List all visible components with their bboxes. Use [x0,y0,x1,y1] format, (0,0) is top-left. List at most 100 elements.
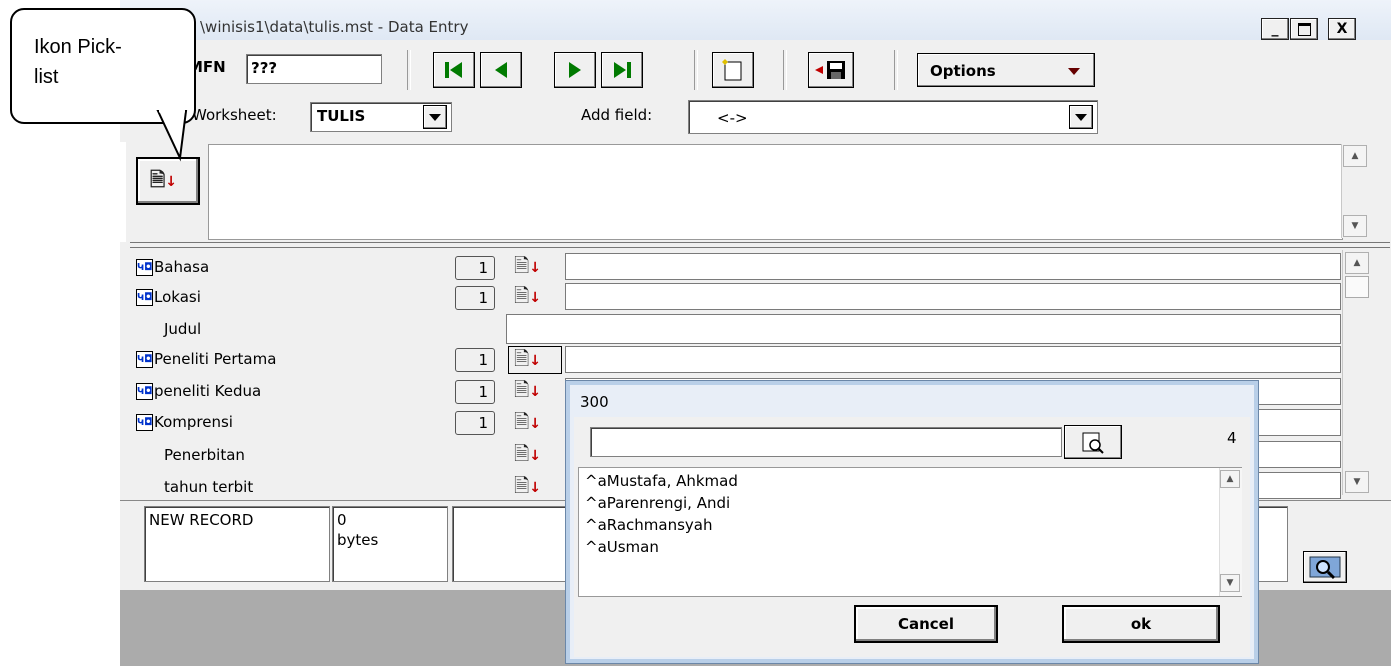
next-record-button[interactable] [554,52,596,88]
picklist-scrollbar[interactable]: ▲ ▼ [1219,468,1242,596]
toolbar-divider [407,50,411,90]
field-type-icon[interactable]: Կ◘ [136,414,153,431]
picklist-icon[interactable]: 🗎↓ [514,445,541,466]
annotation-callout: Ikon Pick- list [10,8,196,124]
toolbar-divider [894,50,898,90]
next-record-icon [569,62,581,78]
toolbar-divider [694,50,698,90]
picklist-dialog: 300 4 ^aMustafa, Ahkmad ^aParenrengi, An… [565,380,1259,664]
scroll-up-button[interactable]: ▲ [1343,145,1367,167]
field-label: Komprensi [154,413,233,431]
record-size-value: 0 [337,511,347,529]
list-item[interactable]: ^aMustafa, Ahkmad [585,470,738,492]
field-label: Lokasi [154,288,201,306]
occurrence-counter[interactable]: 1 [455,348,495,372]
occurrence-counter[interactable]: 1 [455,286,495,310]
save-icon [815,61,845,79]
field-label: Bahasa [154,258,210,276]
ok-button[interactable]: ok [1062,605,1220,643]
picklist-body: 4 ^aMustafa, Ahkmad ^aParenrengi, Andi ^… [574,417,1250,657]
record-size-unit: bytes [337,531,379,549]
field-type-icon[interactable]: Կ◘ [136,351,153,368]
picklist-icon[interactable]: 🗎↓ [514,477,541,498]
record-status-panel: NEW RECORD [144,506,330,582]
picklist-main-button[interactable]: 🗎↓ [136,157,200,205]
close-button[interactable]: X [1328,18,1356,40]
field-input[interactable] [506,314,1341,344]
scroll-down-button[interactable]: ▼ [1343,215,1367,237]
record-status-text: NEW RECORD [149,511,254,529]
minimize-button[interactable]: _ [1261,18,1289,40]
field-type-icon[interactable]: Կ◘ [136,383,153,400]
chevron-down-icon [429,114,441,121]
worksheet-select[interactable]: TULIS [310,102,452,132]
field-input[interactable] [565,346,1341,373]
mfn-value: ??? [251,59,278,77]
picklist-icon[interactable]: 🗎↓ [514,287,541,308]
picklist-icon[interactable]: 🗎↓ [514,257,541,278]
add-field-dropdown-button[interactable] [1069,105,1093,129]
new-record-button[interactable] [712,52,754,88]
field-type-icon[interactable]: Կ◘ [136,259,153,276]
list-item[interactable]: ^aUsman [585,536,738,558]
scroll-down-button[interactable]: ▼ [1220,574,1240,592]
find-document-icon [1082,432,1104,454]
occurrence-counter[interactable]: 1 [455,256,495,280]
edit-area-scrollbar[interactable]: ▲ ▼ [1341,144,1368,238]
callout-line-1: Ikon Pick- [34,36,122,58]
field-label: Peneliti Pertama [154,350,277,368]
field-edit-area[interactable] [208,144,1343,240]
options-dropdown[interactable]: Options [917,53,1095,87]
occurrence-counter[interactable]: 1 [455,411,495,435]
magnifier-icon [1309,556,1341,580]
scroll-down-button[interactable]: ▼ [1345,471,1369,493]
picklist-icon[interactable]: 🗎↓ [514,413,541,434]
options-label: Options [930,62,996,80]
toolbar-divider [783,50,787,90]
field-label: Judul [164,320,202,338]
save-record-button[interactable] [808,52,854,88]
scroll-up-button[interactable]: ▲ [1220,470,1240,488]
field-type-icon[interactable]: Կ◘ [136,289,153,306]
callout-text: Ikon Pick- list [34,32,122,92]
picklist-list[interactable]: ^aMustafa, Ahkmad ^aParenrengi, Andi ^aR… [578,467,1242,597]
window-title: \winisis1\data\tulis.mst - Data Entry [200,18,469,36]
add-field-select[interactable]: <-> [688,100,1098,134]
splitter[interactable] [130,242,1390,248]
last-record-icon [614,62,631,78]
list-item[interactable]: ^aParenrengi, Andi [585,492,738,514]
cancel-button[interactable]: Cancel [854,605,998,643]
callout-pointer [156,110,188,162]
first-record-button[interactable] [433,52,475,88]
previous-record-icon [495,62,507,78]
maximize-button[interactable] [1290,18,1318,40]
add-field-label: Add field: [581,106,653,124]
title-bar: \winisis1\data\tulis.mst - Data Entry _ … [120,0,1391,40]
picklist-button-active[interactable]: 🗎↓ [508,346,562,374]
search-button[interactable] [1303,551,1347,583]
picklist-find-button[interactable] [1064,425,1122,459]
occurrence-counter[interactable]: 1 [455,380,495,404]
previous-record-button[interactable] [480,52,522,88]
picklist-items: ^aMustafa, Ahkmad ^aParenrengi, Andi ^aR… [585,470,738,558]
mfn-input[interactable]: ??? [246,54,382,84]
callout-line-2: list [34,66,59,88]
picklist-search-input[interactable] [590,427,1062,457]
field-label: peneliti Kedua [154,382,262,400]
picklist-icon[interactable]: 🗎↓ [514,381,541,402]
scroll-up-button[interactable]: ▲ [1345,252,1369,274]
last-record-button[interactable] [601,52,643,88]
chevron-down-icon [1068,68,1080,75]
field-label: Penerbitan [164,446,245,464]
picklist-icon: 🗎↓ [514,348,542,370]
scroll-thumb[interactable] [1345,276,1369,298]
add-field-value: <-> [717,109,748,127]
field-list-scrollbar[interactable]: ▲ ▼ [1342,250,1371,495]
list-item[interactable]: ^aRachmansyah [585,514,738,536]
field-label: tahun terbit [164,478,254,496]
record-size-panel: 0 bytes [332,506,448,582]
left-edge [120,142,126,242]
field-input[interactable] [565,283,1341,310]
field-input[interactable] [565,253,1341,280]
worksheet-dropdown-button[interactable] [423,105,447,129]
